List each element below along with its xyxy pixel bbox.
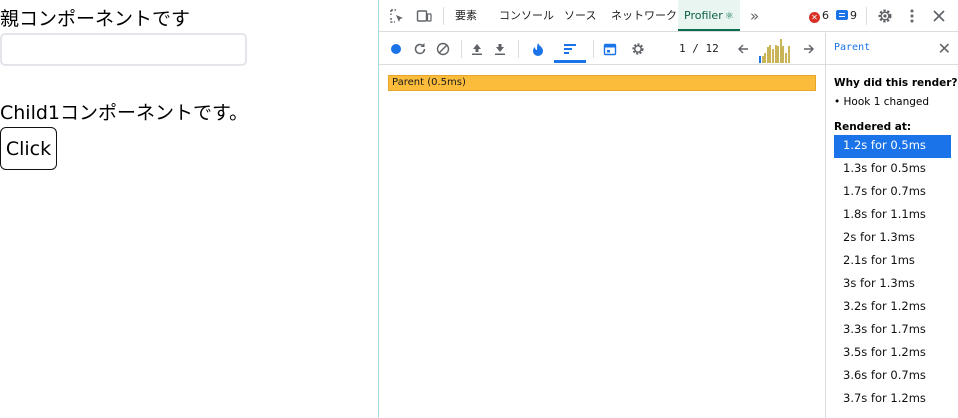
- toolbar-separator: [461, 40, 462, 58]
- load-profile-icon[interactable]: [467, 39, 487, 59]
- message-count: 9: [850, 9, 857, 22]
- tab-separator: [866, 7, 867, 25]
- settings-gear-icon[interactable]: [877, 8, 893, 24]
- devtools-panel: 要素 コンソール ソース ネットワーク Profiler ⚛ » ✕ 6 9 1…: [378, 0, 958, 418]
- commit-current: 1: [679, 42, 686, 55]
- parent-heading: 親コンポーネントです: [0, 8, 191, 30]
- message-badge[interactable]: 9: [836, 9, 857, 23]
- toolbar-separator: [518, 40, 519, 58]
- render-item[interactable]: 3.5s for 1.2ms: [834, 342, 951, 365]
- rendered-at-title: Rendered at:: [834, 121, 912, 133]
- render-item[interactable]: 1.3s for 0.5ms: [834, 158, 951, 181]
- why-render-reason: • Hook 1 changed: [834, 96, 930, 108]
- render-item[interactable]: 2s for 1.3ms: [834, 227, 951, 250]
- error-badge[interactable]: ✕ 6: [809, 9, 829, 23]
- rendered-at-list: 1.2s for 0.5ms 1.3s for 0.5ms 1.7s for 0.7…: [834, 135, 951, 411]
- render-item[interactable]: 3.6s for 0.7ms: [834, 365, 951, 388]
- profiler-toolbar: 1 / 12: [379, 33, 825, 65]
- flamegraph-area: Parent (0.5ms): [379, 66, 825, 418]
- save-profile-icon[interactable]: [490, 39, 510, 59]
- close-devtools-icon[interactable]: [931, 8, 947, 24]
- profiler-settings-icon[interactable]: [628, 39, 648, 59]
- ranked-chart-icon[interactable]: [560, 39, 580, 59]
- render-item[interactable]: 1.8s for 1.1ms: [834, 204, 951, 227]
- commit-bar[interactable]: [787, 46, 790, 63]
- close-sidebar-icon[interactable]: ✕: [938, 39, 951, 58]
- render-item[interactable]: 1.7s for 0.7ms: [834, 181, 951, 204]
- render-item[interactable]: 3s for 1.3ms: [834, 273, 951, 296]
- inspect-element-icon[interactable]: [389, 8, 405, 24]
- error-count: 6: [822, 9, 829, 22]
- render-item[interactable]: 3.3s for 1.7ms: [834, 319, 951, 342]
- tab-profiler-label: Profiler: [684, 9, 723, 22]
- tab-profiler[interactable]: Profiler ⚛: [678, 0, 740, 31]
- commit-separator: /: [692, 42, 699, 55]
- selected-component-name: Parent: [834, 42, 871, 53]
- render-item[interactable]: 2.1s for 1ms: [834, 250, 951, 273]
- render-item[interactable]: 3.2s for 1.2ms: [834, 296, 951, 319]
- arrow-right-icon[interactable]: [799, 39, 819, 59]
- commit-bar-chart[interactable]: [759, 39, 791, 63]
- tab-separator: [443, 7, 444, 25]
- text-input[interactable]: [0, 33, 247, 66]
- tab-console[interactable]: コンソール: [499, 0, 554, 31]
- child1-text: Child1コンポーネントです。: [0, 102, 249, 124]
- react-logo-icon: ⚛: [724, 11, 734, 22]
- record-icon[interactable]: [386, 39, 406, 59]
- commit-total: 12: [705, 42, 719, 55]
- clear-icon[interactable]: [433, 39, 453, 59]
- active-view-underline: [554, 60, 586, 63]
- tab-network[interactable]: ネットワーク: [611, 0, 677, 31]
- error-icon: ✕: [809, 12, 820, 23]
- more-tabs-icon[interactable]: »: [750, 0, 759, 31]
- toolbar-separator: [593, 40, 594, 58]
- commit-counter: 1 / 12: [679, 42, 719, 55]
- click-button[interactable]: Click: [0, 127, 57, 170]
- why-render-title: Why did this render?: [834, 77, 958, 89]
- profiler-sidebar: Parent ✕ Why did this render? • Hook 1 c…: [825, 33, 958, 418]
- arrow-left-icon[interactable]: [733, 39, 753, 59]
- flamegraph-icon[interactable]: [528, 39, 548, 59]
- message-icon: [836, 10, 848, 20]
- timeline-icon[interactable]: [600, 39, 620, 59]
- render-item[interactable]: 3.7s for 1.2ms: [834, 388, 951, 411]
- reload-icon[interactable]: [410, 39, 430, 59]
- tab-elements[interactable]: 要素: [455, 0, 477, 31]
- app-pane: 親コンポーネントです Child1コンポーネントです。 Click: [0, 0, 378, 418]
- render-item[interactable]: 1.2s for 0.5ms: [834, 135, 951, 158]
- flame-bar-parent[interactable]: Parent (0.5ms): [388, 75, 816, 91]
- device-toolbar-icon[interactable]: [416, 8, 432, 24]
- kebab-menu-icon[interactable]: [904, 8, 920, 24]
- tab-sources[interactable]: ソース: [564, 0, 596, 31]
- devtools-tab-bar: 要素 コンソール ソース ネットワーク Profiler ⚛ » ✕ 6 9: [379, 0, 958, 32]
- sidebar-header: Parent ✕: [826, 33, 958, 65]
